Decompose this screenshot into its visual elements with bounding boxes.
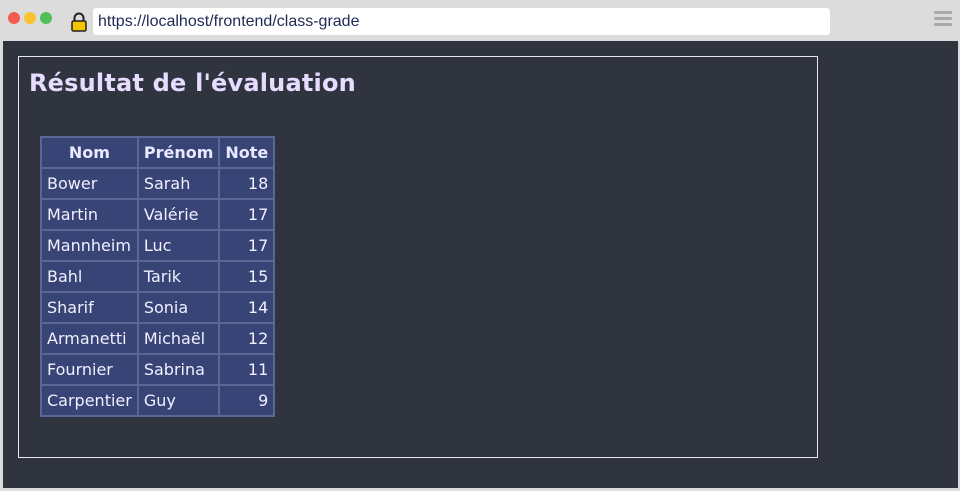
cell-nom: Bahl	[40, 260, 139, 293]
column-header-prenom: Prénom	[136, 136, 221, 169]
cell-prenom: Guy	[136, 384, 221, 417]
browser-toolbar: https://localhost/frontend/class-grade	[0, 0, 960, 41]
table-row: Fournier Sabrina 11	[40, 353, 276, 386]
table-row: Sharif Sonia 14	[40, 291, 276, 324]
table-row: Martin Valérie 17	[40, 198, 276, 231]
cell-nom: Fournier	[40, 353, 139, 386]
lock-icon	[70, 12, 88, 32]
cell-prenom: Sarah	[136, 167, 221, 200]
cell-nom: Carpentier	[40, 384, 139, 417]
cell-nom: Armanetti	[40, 322, 139, 355]
minimize-window-icon[interactable]	[24, 12, 36, 24]
url-text: https://localhost/frontend/class-grade	[98, 13, 360, 30]
cell-prenom: Sonia	[136, 291, 221, 324]
cell-note: 17	[218, 229, 276, 262]
cell-prenom: Luc	[136, 229, 221, 262]
table-row: Carpentier Guy 9	[40, 384, 276, 417]
cell-nom: Mannheim	[40, 229, 139, 262]
close-window-icon[interactable]	[8, 12, 20, 24]
table-row: Armanetti Michaël 12	[40, 322, 276, 355]
table-row: Bower Sarah 18	[40, 167, 276, 200]
cell-note: 14	[218, 291, 276, 324]
cell-note: 15	[218, 260, 276, 293]
cell-nom: Sharif	[40, 291, 139, 324]
cell-prenom: Tarik	[136, 260, 221, 293]
column-header-nom: Nom	[40, 136, 139, 169]
table-row: Mannheim Luc 17	[40, 229, 276, 262]
address-bar[interactable]: https://localhost/frontend/class-grade	[93, 8, 830, 35]
cell-nom: Bower	[40, 167, 139, 200]
cell-prenom: Valérie	[136, 198, 221, 231]
cell-note: 18	[218, 167, 276, 200]
cell-note: 17	[218, 198, 276, 231]
cell-nom: Martin	[40, 198, 139, 231]
cell-note: 12	[218, 322, 276, 355]
column-header-note: Note	[218, 136, 276, 169]
cell-note: 11	[218, 353, 276, 386]
page-title: Résultat de l'évaluation	[29, 69, 356, 97]
page-viewport: Résultat de l'évaluation Nom Prénom Note…	[3, 41, 958, 488]
cell-note: 9	[218, 384, 276, 417]
cell-prenom: Sabrina	[136, 353, 221, 386]
result-panel: Résultat de l'évaluation Nom Prénom Note…	[18, 56, 818, 458]
table-row: Bahl Tarik 15	[40, 260, 276, 293]
cell-prenom: Michaël	[136, 322, 221, 355]
menu-icon[interactable]	[934, 11, 952, 27]
maximize-window-icon[interactable]	[40, 12, 52, 24]
table-header-row: Nom Prénom Note	[40, 136, 276, 169]
grades-table: Nom Prénom Note Bower Sarah 18 Martin Va…	[40, 136, 276, 417]
